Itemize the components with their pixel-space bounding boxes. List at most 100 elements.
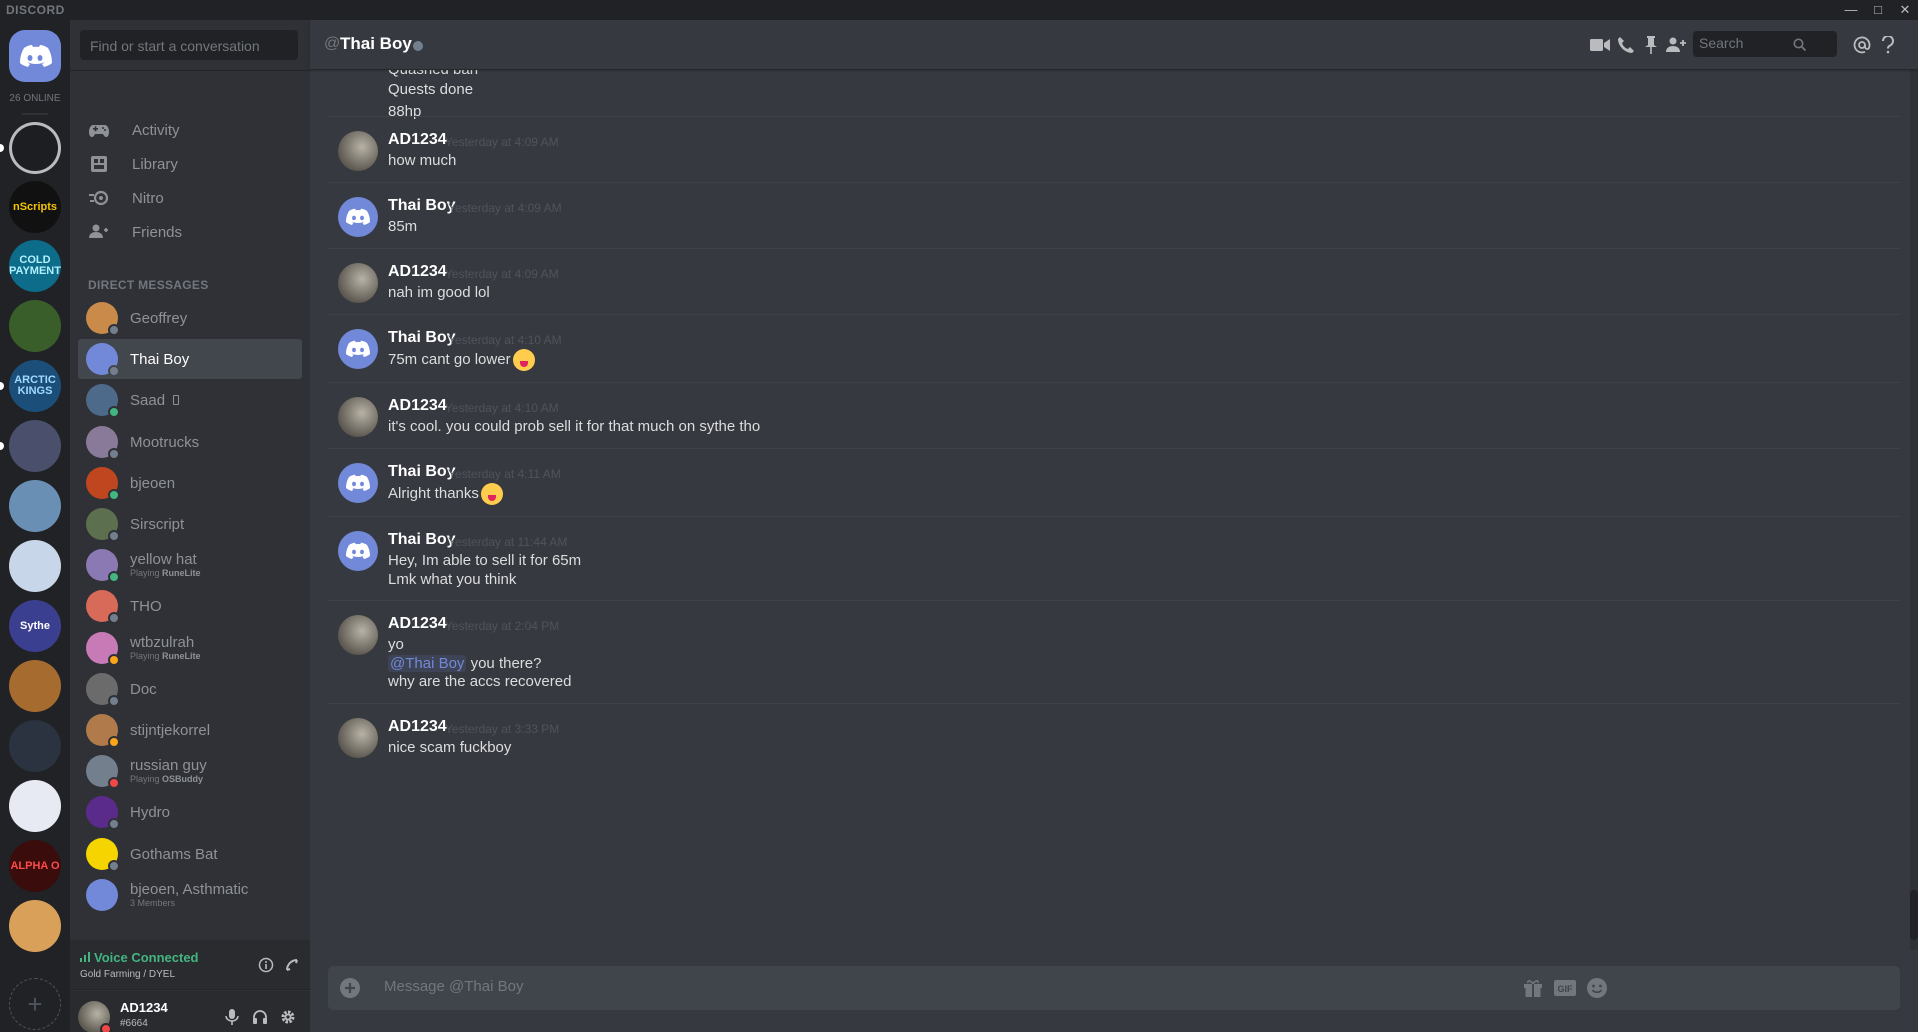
server-icon[interactable] — [9, 300, 61, 352]
unread-indicator — [0, 144, 4, 152]
user-avatar[interactable] — [338, 718, 378, 758]
avatar — [86, 590, 120, 624]
avatar — [86, 549, 120, 583]
dm-item[interactable]: Saad — [78, 380, 302, 420]
dm-item[interactable]: russian guy Playing OSBuddy — [78, 751, 302, 791]
server-icon[interactable]: Sythe — [9, 600, 61, 652]
mentions-button[interactable] — [1850, 33, 1874, 57]
emoji-picker-button[interactable] — [1584, 976, 1610, 1000]
nitro-icon — [88, 187, 110, 209]
user-avatar[interactable] — [338, 397, 378, 437]
message-input[interactable]: Message @Thai Boy — [384, 978, 523, 995]
close-window-button[interactable]: ✕ — [1896, 1, 1914, 19]
message-text: 85m — [388, 217, 417, 237]
voice-status[interactable]: Voice Connected — [94, 950, 199, 965]
user-avatar[interactable] — [338, 263, 378, 303]
nav-friends[interactable]: Friends — [78, 212, 302, 252]
message-group: Thai Boy Yesterday at 4:09 AM 85m — [328, 182, 1900, 248]
dm-item[interactable]: bjeoen, Asthmatic 3 Members — [78, 875, 302, 915]
scrollbar-thumb[interactable] — [1910, 890, 1918, 940]
server-icon[interactable]: COLD PAYMENT — [9, 240, 61, 292]
chat-scrollbar[interactable] — [1910, 70, 1918, 950]
message-content: nice scam fuckboy — [388, 739, 512, 756]
help-button[interactable] — [1876, 33, 1900, 57]
disconnect-button[interactable] — [280, 953, 304, 977]
message-author[interactable]: Thai Boy — [388, 197, 456, 215]
maximize-button[interactable]: □ — [1869, 1, 1887, 19]
server-icon[interactable] — [9, 720, 61, 772]
gif-button[interactable]: GIF — [1552, 976, 1578, 1000]
dm-item[interactable]: Doc — [78, 669, 302, 709]
message-author[interactable]: Thai Boy — [388, 531, 456, 549]
user-settings-button[interactable] — [276, 1005, 300, 1029]
find-conversation-input[interactable]: Find or start a conversation — [80, 30, 298, 60]
status-dot — [108, 365, 120, 377]
message-author[interactable]: AD1234 — [388, 131, 447, 149]
voice-call-button[interactable] — [1614, 33, 1638, 57]
message-author[interactable]: Thai Boy — [388, 463, 456, 481]
pinned-messages-button[interactable] — [1639, 33, 1663, 57]
activity-prefix: Playing — [130, 651, 163, 661]
dm-item[interactable]: bjeoen — [78, 463, 302, 503]
status-dot — [108, 324, 120, 336]
server-icon[interactable] — [9, 420, 61, 472]
add-server-button[interactable]: + — [9, 978, 61, 1030]
message-author[interactable]: Thai Boy — [388, 329, 456, 347]
user-mention[interactable]: @Thai Boy — [388, 654, 467, 672]
dm-item[interactable]: Geoffrey — [78, 298, 302, 338]
dm-item[interactable]: THO — [78, 586, 302, 626]
user-avatar[interactable] — [78, 1001, 112, 1032]
message-content: yo — [388, 636, 404, 653]
upload-button[interactable] — [338, 976, 362, 1000]
message-author[interactable]: AD1234 — [388, 615, 447, 633]
default-avatar-icon[interactable] — [338, 329, 378, 369]
add-friend-to-dm-button[interactable] — [1664, 33, 1688, 57]
avatar — [86, 714, 120, 748]
server-icon[interactable]: ALPHA O — [9, 840, 61, 892]
dm-item[interactable]: wtbzulrah Playing RuneLite — [78, 628, 302, 668]
message-author[interactable]: AD1234 — [388, 263, 447, 281]
deafen-button[interactable] — [248, 1005, 272, 1029]
server-icon[interactable] — [9, 900, 61, 952]
dm-item[interactable]: Thai Boy — [78, 339, 302, 379]
default-avatar-icon[interactable] — [338, 531, 378, 571]
message-text: why are the accs recovered — [388, 672, 571, 692]
nav-label: Nitro — [132, 189, 164, 207]
dm-item[interactable]: Sirscript — [78, 504, 302, 544]
server-icon[interactable]: nScripts — [9, 181, 61, 233]
dm-item[interactable]: Hydro — [78, 792, 302, 832]
connection-info-button[interactable] — [254, 953, 278, 977]
server-icon[interactable] — [9, 480, 61, 532]
activity-app: OSBuddy — [162, 774, 204, 784]
video-call-button[interactable] — [1588, 33, 1612, 57]
server-icon[interactable] — [9, 122, 61, 174]
user-avatar[interactable] — [338, 615, 378, 655]
server-icon[interactable] — [9, 540, 61, 592]
minimize-button[interactable]: — — [1842, 1, 1860, 19]
home-button[interactable] — [9, 30, 61, 82]
search-input[interactable]: Search — [1693, 31, 1837, 57]
mute-button[interactable] — [220, 1005, 244, 1029]
user-avatar[interactable] — [338, 131, 378, 171]
message-author[interactable]: AD1234 — [388, 397, 447, 415]
default-avatar-icon[interactable] — [338, 197, 378, 237]
server-icon[interactable] — [9, 780, 61, 832]
message-content: it's cool. you could prob sell it for th… — [388, 418, 761, 435]
dm-activity: Playing RuneLite — [130, 568, 201, 579]
dm-item[interactable]: Gothams Bat — [78, 834, 302, 874]
dm-text: Mootrucks — [130, 434, 199, 451]
dm-item[interactable]: Mootrucks — [78, 422, 302, 462]
dm-item[interactable]: yellow hat Playing RuneLite — [78, 545, 302, 585]
server-icon[interactable] — [9, 660, 61, 712]
user-tag: #6664 — [120, 1018, 148, 1029]
gift-button[interactable] — [1520, 976, 1546, 1000]
dm-item[interactable]: stijntjekorrel — [78, 710, 302, 750]
voice-channel[interactable]: Gold Farming / DYEL — [80, 969, 175, 980]
server-icon[interactable]: ARCTIC KINGS — [9, 360, 61, 412]
status-dot — [108, 777, 120, 789]
voice-panel: Voice Connected Gold Farming / DYEL — [70, 940, 310, 990]
message-author[interactable]: AD1234 — [388, 718, 447, 736]
dm-name: bjeoen, Asthmatic — [130, 881, 249, 898]
signal-icon — [80, 952, 90, 962]
default-avatar-icon[interactable] — [338, 463, 378, 503]
